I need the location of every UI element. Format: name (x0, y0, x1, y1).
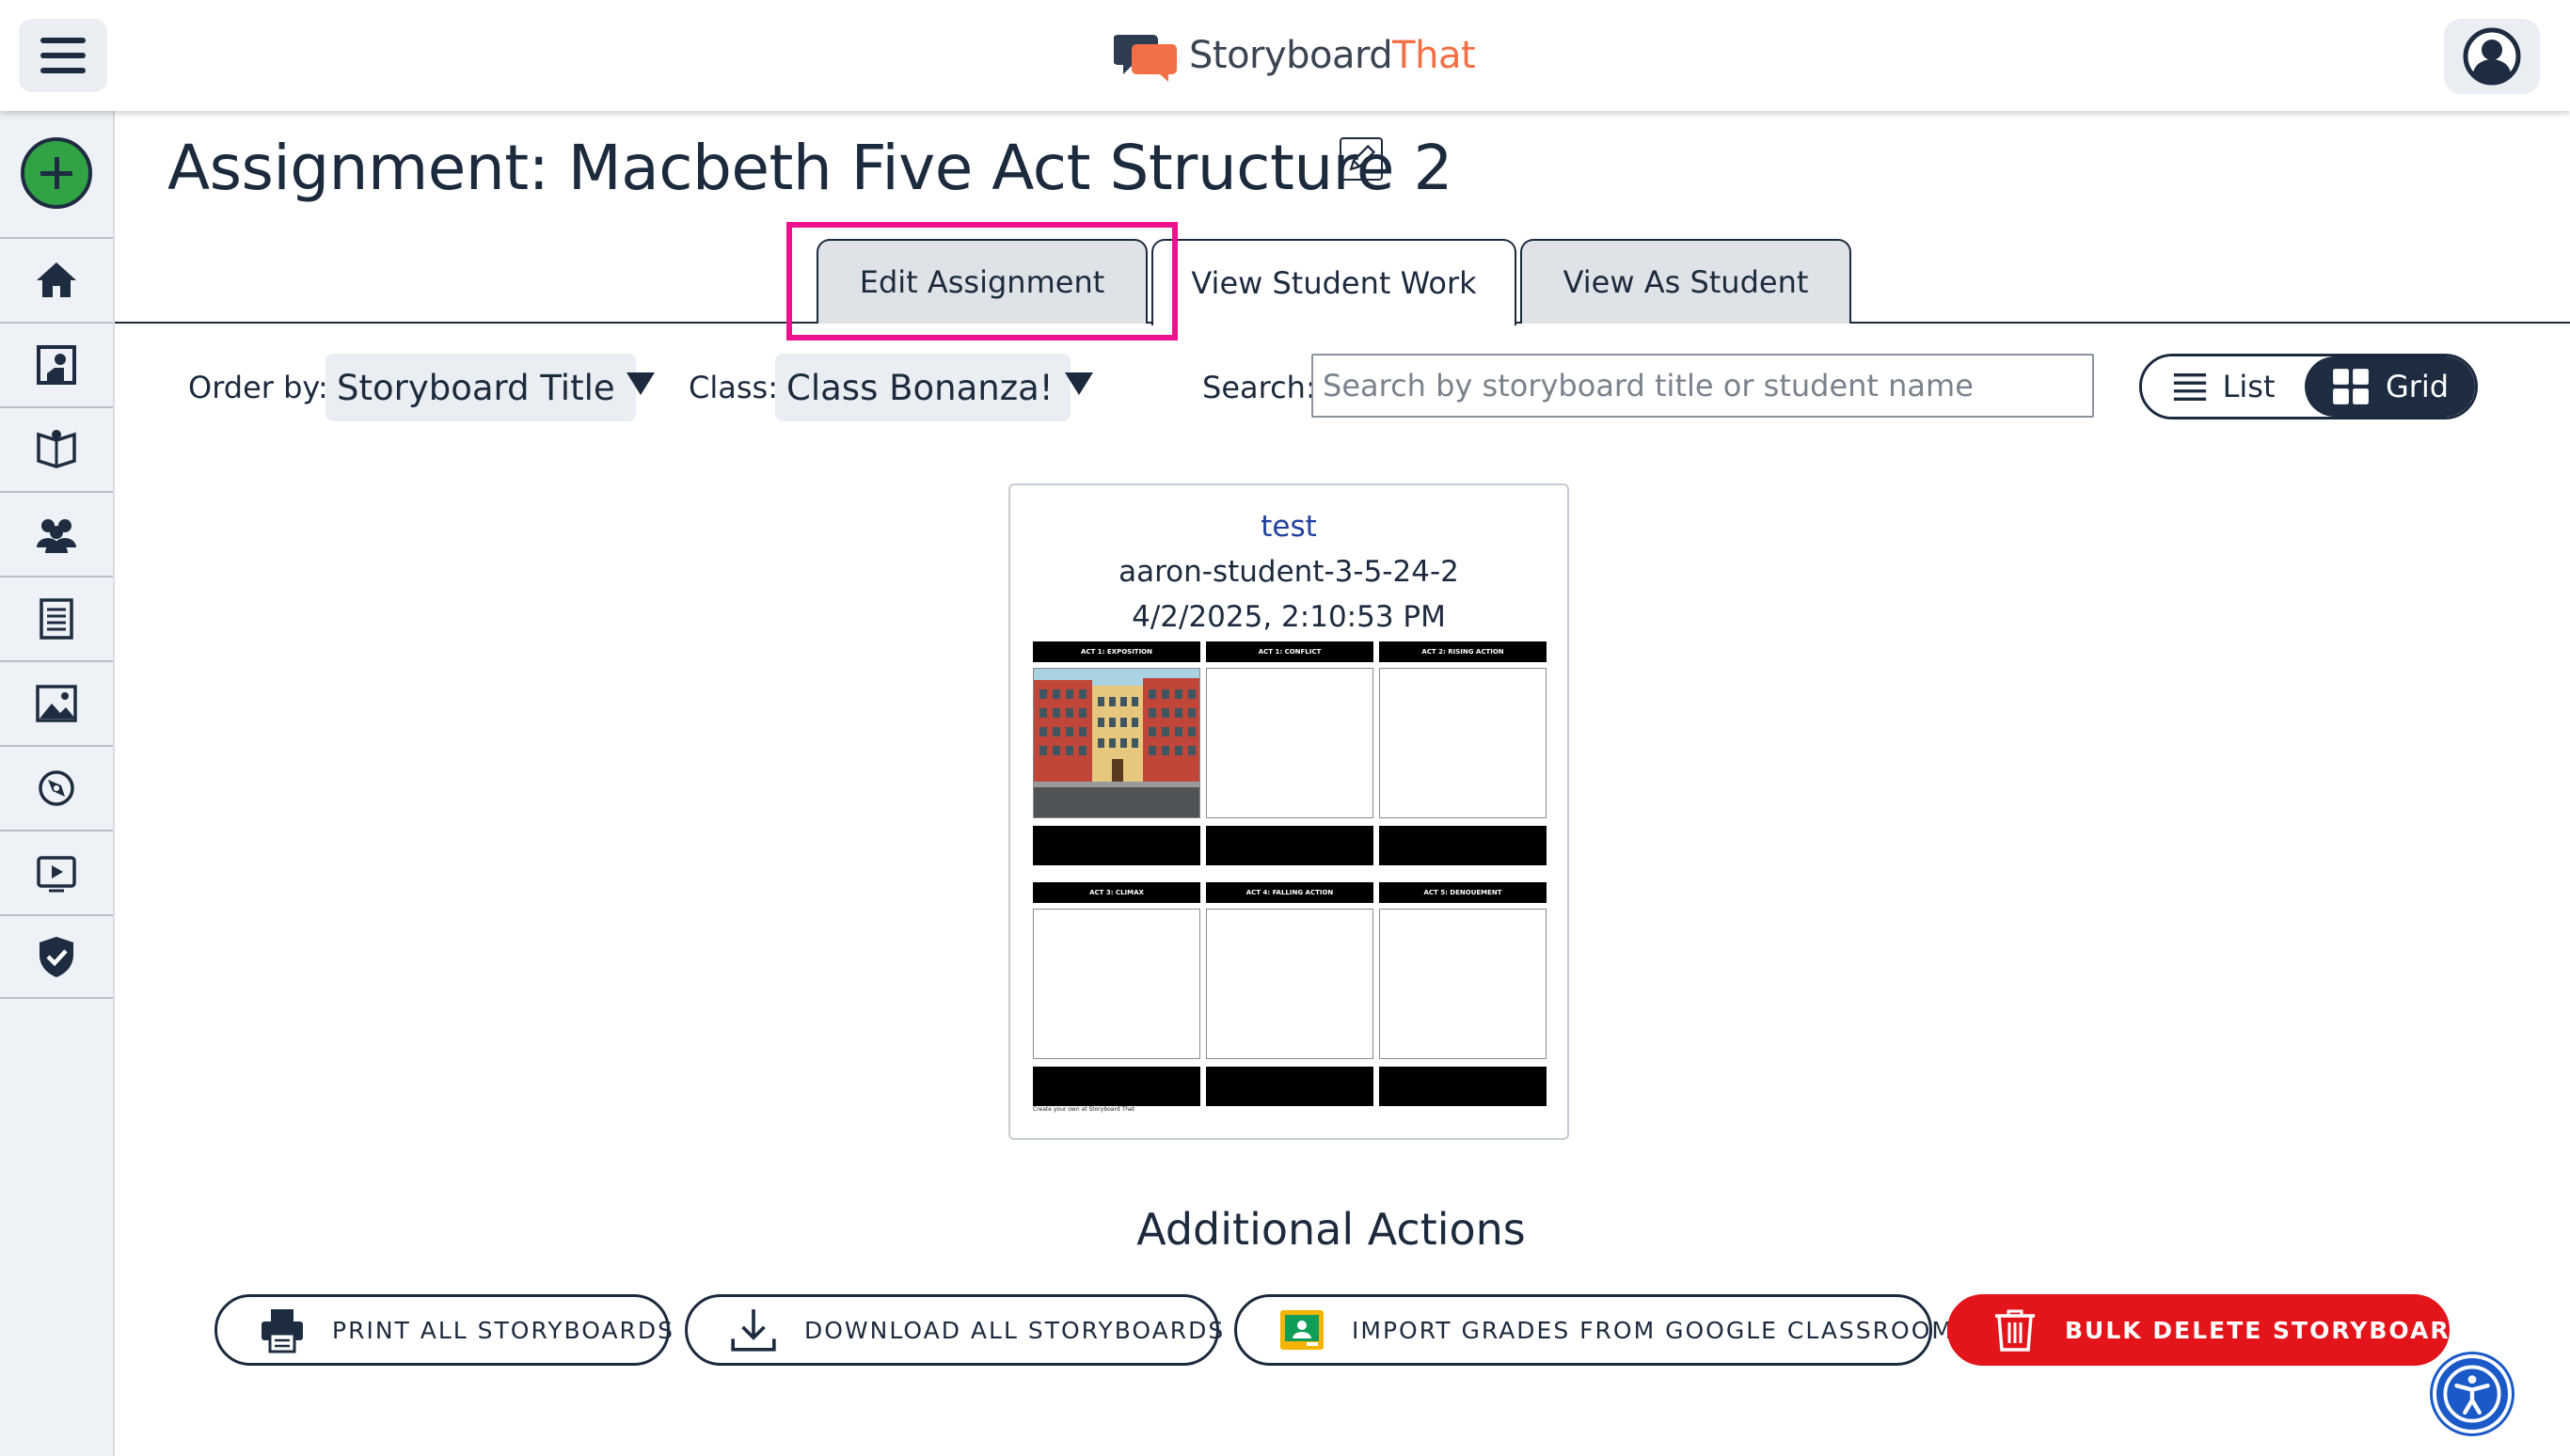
pencil-icon (1349, 144, 1376, 171)
sidebar-item-images[interactable] (0, 660, 113, 745)
tab-edit-assignment[interactable]: Edit Assignment (817, 239, 1148, 324)
cell-heading: ACT 4: FALLING ACTION (1206, 882, 1373, 903)
sidebar-item-classes[interactable] (0, 491, 113, 576)
hamburger-menu-button[interactable] (19, 19, 107, 92)
logo-text: StoryboardThat (1189, 34, 1476, 77)
cell-caption (1033, 1067, 1200, 1106)
cell-caption (1206, 826, 1373, 865)
cell-caption (1033, 826, 1200, 865)
sidebar-item-assignments[interactable] (0, 576, 113, 660)
cell-heading: ACT 1: CONFLICT (1206, 641, 1373, 662)
menu-line (40, 68, 86, 73)
caret-down-icon (626, 372, 655, 395)
bulk-delete-storyboards-button[interactable]: BULK DELETE STORYBOARDS (1947, 1294, 2488, 1366)
cell-heading: ACT 3: CLIMAX (1033, 882, 1200, 903)
trash-icon (1995, 1309, 2035, 1352)
document-list-icon (40, 598, 73, 640)
cell-heading: ACT 5: DENOUEMENT (1379, 882, 1547, 903)
submission-date: 4/2/2025, 2:10:53 PM (1132, 600, 1446, 634)
storyboardthat-logo[interactable]: StoryboardThat (1114, 28, 1476, 83)
order-by-label: Order by: (188, 370, 328, 405)
video-icon (37, 856, 76, 893)
shield-check-icon (40, 937, 73, 977)
download-icon (731, 1309, 776, 1352)
menu-line (40, 38, 86, 43)
download-all-label: DOWNLOAD ALL STORYBOARDS (804, 1316, 1226, 1344)
top-bar: StoryboardThat (0, 0, 2570, 111)
sidebar-item-security[interactable] (0, 914, 113, 999)
list-icon (2173, 372, 2206, 401)
cell-caption (1379, 1067, 1547, 1106)
storyboard-title-link[interactable]: test (1010, 510, 1567, 544)
city-street-scene-image (1034, 669, 1199, 817)
tab-view-as-student[interactable]: View As Student (1520, 239, 1851, 324)
sidebar-item-home[interactable] (0, 237, 113, 322)
people-icon (37, 519, 76, 553)
order-by-value: Storyboard Title (337, 367, 615, 408)
print-all-storyboards-button[interactable]: PRINT ALL STORYBOARDS (214, 1294, 673, 1366)
view-list-label: List (2222, 369, 2276, 404)
tab-view-student-work[interactable]: View Student Work (1151, 239, 1516, 325)
storyboard-card[interactable]: test aaron-student-3-5-24-2 4/2/2025, 2:… (1008, 483, 1569, 1140)
accessibility-button[interactable] (2433, 1354, 2512, 1433)
storyboard-footer-text: Create your own at Storyboard That (1033, 1106, 1135, 1113)
compass-icon (39, 770, 74, 806)
sidebar-item-videos[interactable] (0, 830, 113, 914)
cell-caption (1206, 1067, 1373, 1106)
import-grades-google-classroom-button[interactable]: IMPORT GRADES FROM GOOGLE CLASSROOM (1234, 1294, 1952, 1366)
class-select[interactable]: Class Bonanza! (775, 354, 1093, 421)
logo-text-storyboard: Storyboard (1189, 34, 1393, 77)
speech-bubbles-logo-icon (1114, 35, 1177, 82)
page-title: Assignment: Macbeth Five Act Structure 2 (167, 132, 1452, 204)
cell-scene-empty (1206, 668, 1373, 818)
accessibility-icon (2443, 1365, 2501, 1423)
view-grid-option[interactable]: Grid (2305, 356, 2475, 417)
view-grid-label: Grid (2385, 369, 2450, 404)
cell-heading: ACT 1: EXPOSITION (1033, 641, 1200, 662)
cell-scene-buildings (1033, 668, 1200, 818)
student-name: aaron-student-3-5-24-2 (1118, 555, 1459, 589)
storyboard-thumbnail[interactable]: ACT 1: EXPOSITION ACT 1: CONFLICT ACT 2:… (1033, 641, 1547, 1117)
sidebar-item-library[interactable] (0, 406, 113, 491)
edit-title-pencil-icon[interactable] (1340, 137, 1383, 181)
menu-line (40, 53, 86, 58)
cell-scene-empty (1033, 909, 1200, 1059)
search-input[interactable] (1311, 354, 2094, 418)
cell-scene-empty (1379, 909, 1547, 1059)
cell-scene-empty (1206, 909, 1373, 1059)
download-all-storyboards-button[interactable]: DOWNLOAD ALL STORYBOARDS (685, 1294, 1223, 1366)
class-value: Class Bonanza! (786, 367, 1054, 408)
search-label: Search: (1202, 370, 1316, 405)
caret-down-icon (1064, 372, 1093, 395)
student-board-icon (37, 345, 76, 385)
class-label: Class: (689, 370, 778, 405)
user-avatar-button[interactable] (2444, 19, 2540, 94)
additional-actions-heading: Additional Actions (1136, 1204, 1526, 1255)
open-book-icon (37, 430, 76, 468)
order-by-select[interactable]: Storyboard Title (325, 354, 655, 421)
view-list-option[interactable]: List (2142, 356, 2306, 417)
import-grades-label: IMPORT GRADES FROM GOOGLE CLASSROOM (1352, 1316, 1954, 1344)
cell-scene-empty (1379, 668, 1547, 818)
sidebar-item-storyboards[interactable] (0, 322, 113, 406)
logo-text-that: That (1392, 34, 1476, 77)
view-mode-toggle[interactable]: List Grid (2139, 354, 2478, 419)
cell-caption (1379, 826, 1547, 865)
bulk-delete-label: BULK DELETE STORYBOARDS (2065, 1316, 2491, 1344)
home-icon (37, 262, 76, 297)
print-all-label: PRINT ALL STORYBOARDS (332, 1316, 675, 1344)
sidebar-item-explore[interactable] (0, 745, 113, 830)
add-new-button[interactable] (21, 137, 92, 209)
printer-icon (262, 1309, 303, 1353)
cell-heading: ACT 2: RISING ACTION (1379, 641, 1547, 662)
image-icon (36, 685, 77, 722)
user-avatar-icon (2463, 27, 2521, 86)
google-classroom-icon (1280, 1310, 1324, 1350)
grid-icon (2333, 369, 2369, 404)
